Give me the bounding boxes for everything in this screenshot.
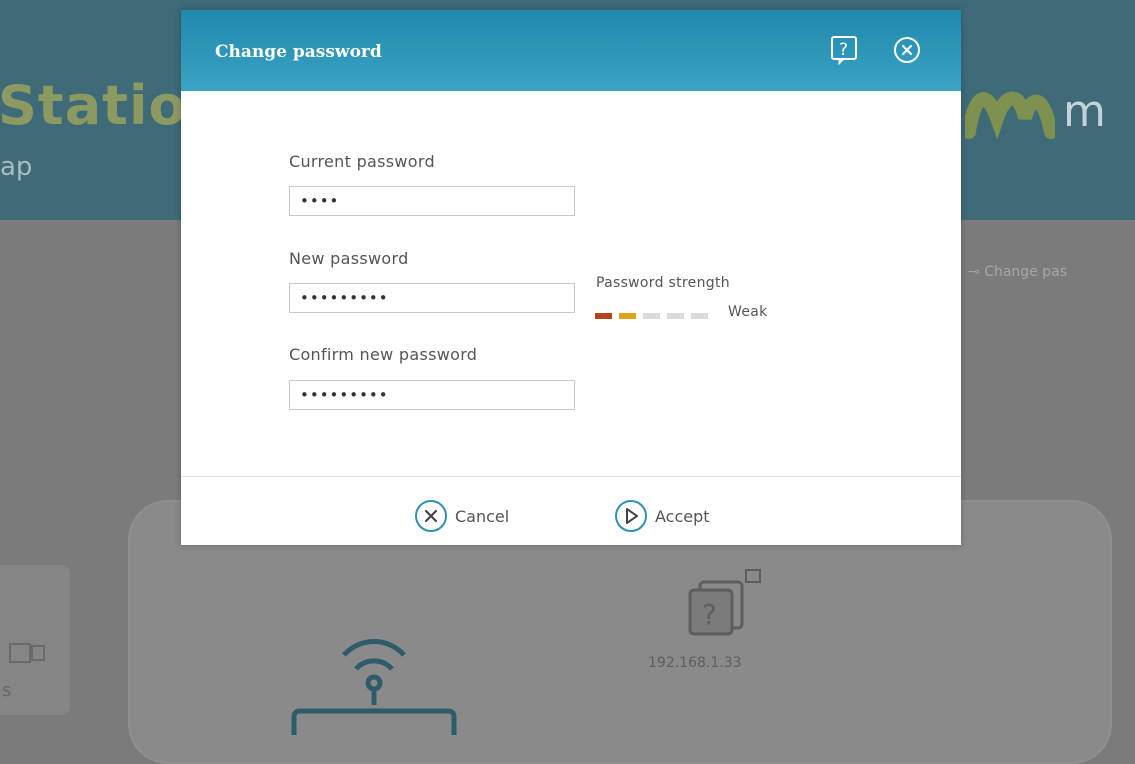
cancel-button[interactable]: Cancel xyxy=(413,498,509,534)
change-password-link[interactable]: ⊸ Change pas xyxy=(968,264,1067,280)
dialog-footer-divider xyxy=(181,476,961,477)
dialog-header: Change password ? xyxy=(181,10,961,91)
confirm-password-input[interactable] xyxy=(289,380,575,410)
help-icon[interactable]: ? xyxy=(829,34,861,66)
strength-segment-4 xyxy=(667,313,684,319)
change-password-link-label: Change pas xyxy=(984,264,1067,280)
accept-button[interactable]: Accept xyxy=(613,498,710,534)
device-ip: 192.168.1.33 xyxy=(648,655,742,671)
key-icon: ⊸ xyxy=(968,264,980,280)
cancel-button-label: Cancel xyxy=(455,506,510,526)
strength-segment-2 xyxy=(619,313,636,319)
dialog-title: Change password xyxy=(215,42,382,62)
strength-segment-3 xyxy=(643,313,660,319)
accept-button-label: Accept xyxy=(655,506,710,526)
svg-text:?: ? xyxy=(839,40,848,60)
svg-text:?: ? xyxy=(702,598,717,631)
play-circle-icon xyxy=(615,500,647,532)
new-password-label: New password xyxy=(289,249,409,268)
logo-text: m xyxy=(1063,86,1106,137)
app-brand: Statio xyxy=(0,74,187,137)
new-password-input[interactable] xyxy=(289,283,575,313)
app-subtitle: ap xyxy=(0,152,33,182)
password-strength-label: Password strength xyxy=(596,275,730,291)
cancel-circle-icon xyxy=(415,500,447,532)
movistar-logo-icon xyxy=(965,91,1055,140)
password-strength-value: Weak xyxy=(728,304,768,320)
current-password-input[interactable] xyxy=(289,186,575,216)
left-device-label: s xyxy=(2,680,12,701)
strength-segment-5 xyxy=(691,313,708,319)
device-icon xyxy=(9,643,45,663)
close-icon[interactable] xyxy=(891,34,923,66)
confirm-password-label: Confirm new password xyxy=(289,345,478,364)
change-password-dialog: Change password ? Current password New p… xyxy=(181,10,961,545)
current-password-label: Current password xyxy=(289,152,435,171)
strength-segment-1 xyxy=(595,313,612,319)
wifi-router-icon xyxy=(291,639,457,735)
unknown-device-icon[interactable]: ? xyxy=(684,568,764,638)
